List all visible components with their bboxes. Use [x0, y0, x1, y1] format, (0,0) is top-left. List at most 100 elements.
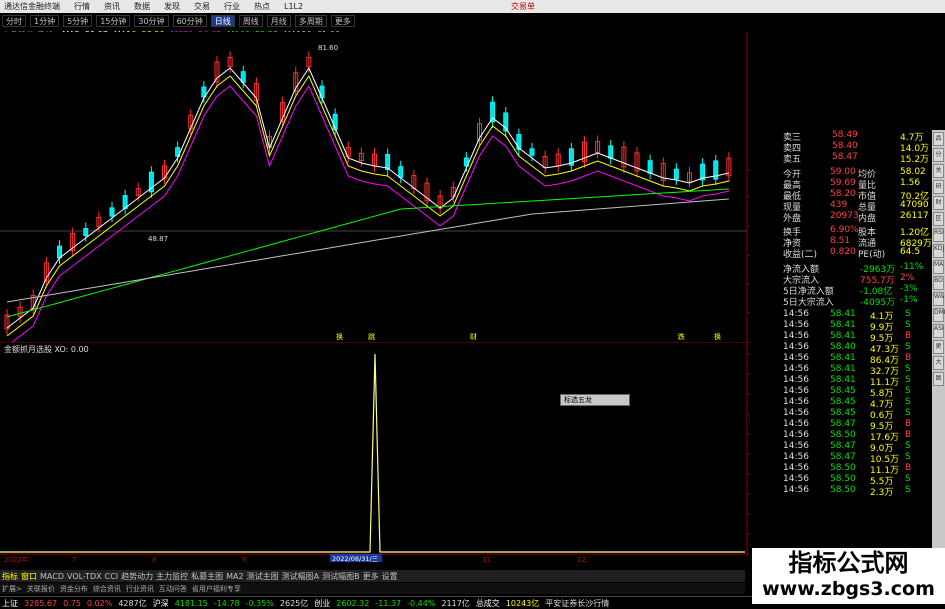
period-button-5[interactable]: 60分钟 — [172, 15, 207, 27]
period-button-3[interactable]: 15分钟 — [96, 15, 131, 27]
high-annotation: 81.60 — [318, 44, 338, 52]
candle-body — [673, 168, 679, 180]
period-button-6[interactable]: 日线 — [210, 15, 235, 27]
candle-body — [398, 166, 404, 178]
tick-row-3-cell-0: 14:56 — [783, 342, 809, 352]
sidebar-button-13[interactable]: 更 — [933, 340, 944, 354]
status-cy-amount: 2117亿 — [441, 598, 470, 608]
sidebar-button-6[interactable]: RSI — [933, 228, 944, 242]
flow-row-3-cell-0: 5日大宗流入 — [783, 298, 834, 308]
info-tab-6[interactable]: 省用户福利专享 — [192, 584, 241, 594]
date-label-0: 2022年 — [4, 555, 29, 562]
period-button-4[interactable]: 30分钟 — [134, 15, 169, 27]
sidebar-button-8[interactable]: MA — [933, 260, 944, 274]
info-row-0-cell-1: 59.00 — [830, 167, 856, 177]
info-tab-0[interactable]: 扩展> — [2, 584, 22, 594]
status-hs-value: 4181.15 — [174, 598, 208, 608]
info-tab-2[interactable]: 资金分布 — [60, 584, 88, 594]
menu-item-7[interactable]: L1L2 — [284, 2, 303, 11]
info-tab-3[interactable]: 综合资讯 — [93, 584, 121, 594]
indicator-popup[interactable]: 标选五龙 — [560, 394, 630, 406]
info-tab-4[interactable]: 行业资讯 — [126, 584, 154, 594]
sidebar-button-0[interactable]: 品 — [933, 132, 944, 146]
status-sh-amount: 4287亿 — [118, 598, 147, 608]
tick-row-4-cell-0: 14:56 — [783, 353, 809, 363]
menu-item-2[interactable]: 数据 — [134, 1, 150, 12]
indicator-tab-10[interactable]: 测试幅图A — [282, 571, 319, 582]
indicator-tab-4[interactable]: CCI — [105, 572, 119, 581]
sidebar-button-4[interactable]: 财 — [933, 196, 944, 210]
tick-row-7-cell-1: 58.45 — [830, 386, 856, 396]
sidebar-button-3[interactable]: 研 — [933, 180, 944, 194]
indicator-tab-13[interactable]: 设置 — [382, 571, 398, 582]
info-row-6: 净资 8.51 流通 6829万 — [750, 236, 932, 249]
indicator-tab-3[interactable]: VOL-TDX — [67, 572, 102, 581]
menu-item-5[interactable]: 行业 — [224, 1, 240, 12]
indicator-tab-5[interactable]: 趋势动力 — [121, 571, 153, 582]
period-button-9[interactable]: 多周期 — [294, 15, 327, 27]
indicator-tab-1[interactable]: 窗口 — [21, 571, 37, 582]
indicator-tab-0[interactable]: 指标 — [2, 571, 18, 582]
status-hs-change: -14.78 — [213, 598, 240, 608]
sidebar-button-5[interactable]: 区 — [933, 212, 944, 226]
trade-button[interactable]: 交易单 — [511, 1, 535, 12]
sidebar-button-15[interactable]: 图 — [933, 372, 944, 386]
indicator-tab-8[interactable]: MA2 — [226, 572, 243, 581]
period-button-7[interactable]: 周线 — [238, 15, 263, 27]
tick-row-3-cell-3: S — [905, 342, 911, 352]
period-button-10[interactable]: 更多 — [330, 15, 355, 27]
info-row-3-cell-3: 47090 — [900, 200, 929, 210]
menu-item-0[interactable]: 行情 — [74, 1, 90, 12]
tick-row-6: 14:56 58.41 11.1万 S — [750, 375, 930, 388]
info-row-7-cell-0: 收益(二) — [783, 250, 818, 260]
event-marker-2: 财 — [470, 332, 477, 341]
sidebar-button-7[interactable]: KDJ — [933, 244, 944, 258]
period-button-0[interactable]: 分时 — [2, 15, 26, 27]
sidebar-button-9[interactable]: BO — [933, 276, 944, 290]
period-button-8[interactable]: 月线 — [266, 15, 291, 27]
info-row-4-cell-0: 外盘 — [783, 214, 802, 224]
sidebar-button-10[interactable]: W&R — [933, 292, 945, 306]
candlestick-chart[interactable]: 60.0055.0050.0045.0040.0035.0081.6048.87… — [0, 32, 750, 342]
indicator-tab-9[interactable]: 测试主图 — [247, 571, 279, 582]
status-sh-pct: 0.02% — [86, 598, 113, 608]
tick-row-12-cell-0: 14:56 — [783, 441, 809, 451]
date-highlight: 2022/08/31/三 — [332, 555, 379, 562]
date-label-5: 11 — [482, 556, 491, 562]
info-tab-5[interactable]: 互动问答 — [159, 584, 187, 594]
menu-item-3[interactable]: 发现 — [164, 1, 180, 12]
info-row-7-cell-3: 64.5 — [900, 247, 921, 257]
info-row-5: 换手 6.90% 股本 1.20亿 — [750, 225, 930, 238]
indicator-tab-7[interactable]: 私募主图 — [191, 571, 223, 582]
sidebar-button-2[interactable]: 关 — [933, 164, 944, 178]
sidebar-button-11[interactable]: DMI — [933, 308, 945, 322]
period-button-1[interactable]: 1分钟 — [30, 15, 60, 27]
indicator-tabs: 指标 窗口 MACD VOL-TDX CCI 趋势动力 主力监控 私募主图 MA2 测试主图 测试幅… — [0, 570, 745, 582]
tick-row-0-cell-0: 14:56 — [783, 309, 809, 319]
status-cy-label: 创业 — [314, 598, 331, 608]
flow-row-1: 大宗流入 755.7万 2% — [750, 273, 930, 286]
indicator-tab-12[interactable]: 更多 — [363, 571, 379, 582]
sidebar-button-1[interactable]: 分 — [933, 148, 944, 162]
period-button-2[interactable]: 5分钟 — [63, 15, 93, 27]
info-row-1: 最高 59.69 量比 1.56 — [750, 178, 930, 191]
info-row-2: 最低 58.20 市值 70.2亿 — [750, 189, 930, 202]
menu-item-6[interactable]: 热点 — [254, 1, 270, 12]
info-row-3: 现量 439 总量 47090 — [750, 200, 930, 213]
tick-row-11: 14:56 58.50 17.6万 B — [750, 430, 930, 443]
right-sidebar: 品分关研财区 RSI KDJ MA BO W&R DMI ASI 更大图 — [932, 130, 945, 600]
info-tab-1[interactable]: 关联报价 — [27, 584, 55, 594]
menu-item-4[interactable]: 交易 — [194, 1, 210, 12]
status-cy-value: 2602.32 — [336, 598, 370, 608]
candle-body — [529, 148, 535, 156]
menu-item-1[interactable]: 资讯 — [104, 1, 120, 12]
indicator-chart[interactable]: 1.000.900.800.700.600.500.400.300.200.10… — [0, 342, 750, 562]
sidebar-button-12[interactable]: ASI — [933, 324, 944, 338]
indicator-tab-11[interactable]: 测试幅图B — [322, 571, 360, 582]
indicator-tab-6[interactable]: 主力监控 — [156, 571, 188, 582]
sidebar-button-14[interactable]: 大 — [933, 356, 944, 370]
tick-row-14-cell-1: 58.50 — [830, 463, 856, 473]
indicator-tab-2[interactable]: MACD — [40, 572, 64, 581]
tick-row-2-cell-1: 58.41 — [830, 331, 856, 341]
candle-body — [385, 153, 391, 171]
